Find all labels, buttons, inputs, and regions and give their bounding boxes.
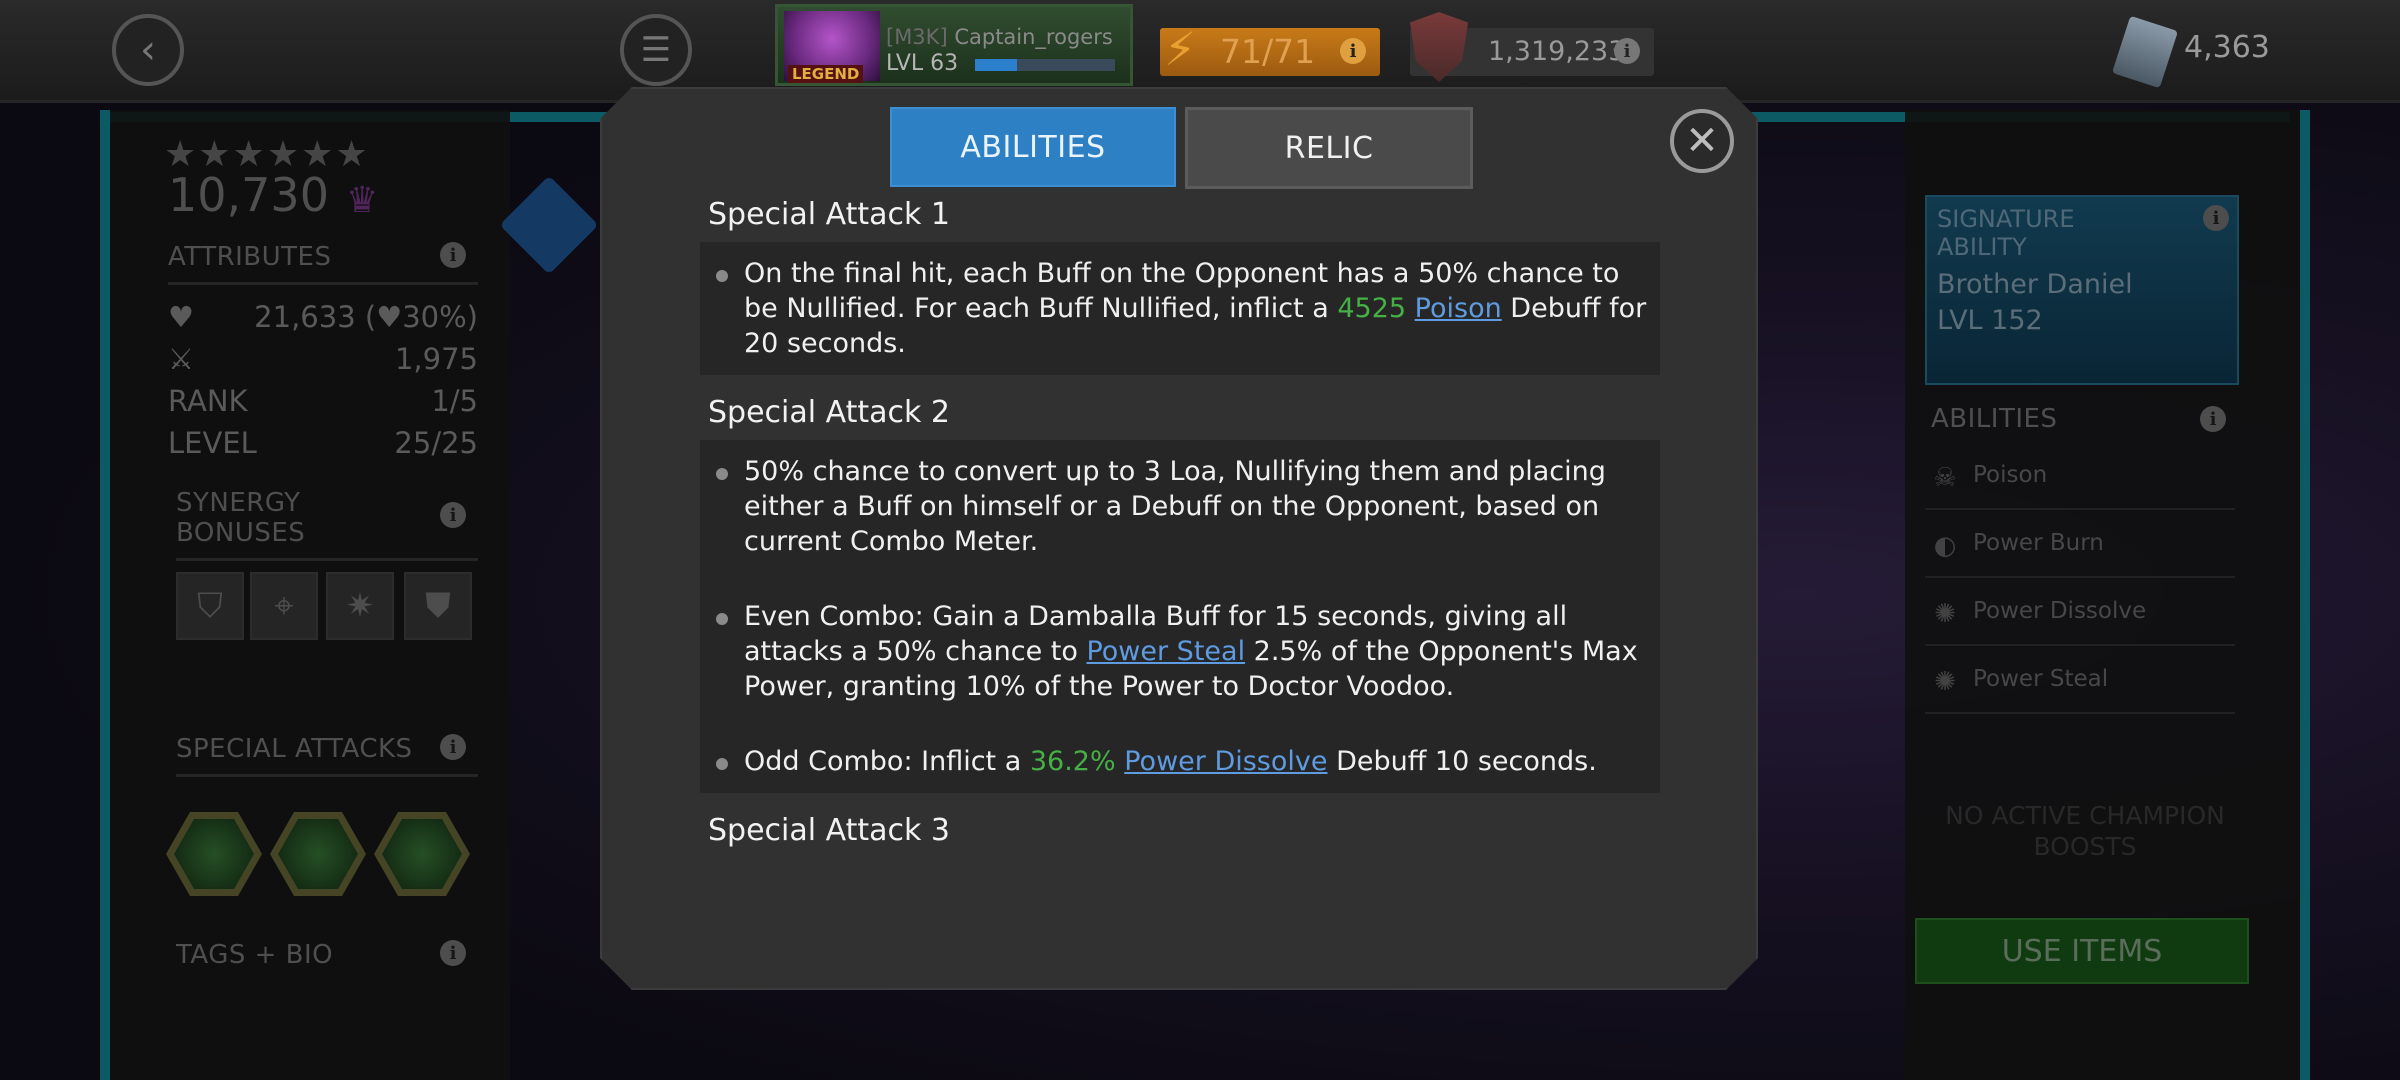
list-item: 50% chance to convert up to 3 Loa, Nulli… <box>700 454 1648 559</box>
energy-info-icon[interactable]: i <box>1340 38 1366 64</box>
abilities-modal: ABILITIES RELIC ✕ Special Attack 1 On th… <box>600 87 1758 990</box>
hamburger-menu-icon: ☰ <box>640 30 672 70</box>
close-button[interactable]: ✕ <box>1670 109 1734 173</box>
rating-info-icon[interactable]: i <box>1614 38 1640 64</box>
list-item: On the final hit, each Buff on the Oppon… <box>700 256 1648 361</box>
special-attack-1-title: Special Attack 1 <box>708 197 951 232</box>
special-attack-2-description: 50% chance to convert up to 3 Loa, Nulli… <box>700 440 1660 793</box>
bullet-icon <box>700 256 744 361</box>
energy-meter[interactable]: ⚡ 71/71 i <box>1160 22 1380 76</box>
back-arrow-icon: ‹ <box>140 27 156 73</box>
power-dissolve-link[interactable]: Power Dissolve <box>1124 746 1327 777</box>
poison-link[interactable]: Poison <box>1415 293 1502 324</box>
bullet-text: 50% chance to convert up to 3 Loa, Nulli… <box>744 456 1606 557</box>
tab-abilities[interactable]: ABILITIES <box>890 107 1176 187</box>
rating-value: 1,319,233 <box>1488 36 1626 67</box>
menu-button[interactable]: ☰ <box>620 14 692 86</box>
bullet-text: Odd Combo: Inflict a 36.2% Power Dissolv… <box>744 746 1597 777</box>
poison-damage-value: 4525 <box>1337 293 1407 324</box>
abilities-scroll-area[interactable]: Special Attack 1 On the final hit, each … <box>700 193 1660 963</box>
lightning-icon: ⚡ <box>1164 22 1197 76</box>
team-rating[interactable]: 1,319,233 i <box>1410 12 1654 82</box>
xp-progress-fill <box>975 59 1017 71</box>
bullet-icon <box>700 454 744 559</box>
player-name-line: [M3K] Captain_rogers <box>886 25 1113 49</box>
player-profile[interactable]: LEGEND [M3K] Captain_rogers LVL 63 <box>775 4 1133 86</box>
special-attack-2-title: Special Attack 2 <box>708 395 951 430</box>
bullet-text: Even Combo: Gain a Damballa Buff for 15 … <box>744 601 1638 702</box>
list-item: Odd Combo: Inflict a 36.2% Power Dissolv… <box>700 744 1648 779</box>
bullet-text: On the final hit, each Buff on the Oppon… <box>744 258 1647 359</box>
back-button[interactable]: ‹ <box>112 14 184 86</box>
player-name: Captain_rogers <box>954 25 1113 49</box>
player-avatar: LEGEND <box>784 11 880 83</box>
shield-icon <box>1410 12 1468 82</box>
special-attack-1-description: On the final hit, each Buff on the Oppon… <box>700 242 1660 375</box>
units-currency[interactable]: 4,363 <box>2111 15 2370 89</box>
legend-badge: LEGEND <box>788 65 864 83</box>
special-attack-3-title: Special Attack 3 <box>708 813 951 848</box>
units-value: 4,363 <box>2184 30 2270 65</box>
bullet-icon <box>700 599 744 704</box>
xp-progress-bar <box>975 59 1115 71</box>
scroll-fade <box>700 907 1660 967</box>
alliance-tag: [M3K] <box>886 25 948 49</box>
energy-value: 71/71 <box>1220 32 1316 71</box>
power-steal-link[interactable]: Power Steal <box>1086 636 1245 667</box>
bullet-icon <box>700 744 744 779</box>
units-icon <box>2111 15 2179 89</box>
close-icon: ✕ <box>1685 118 1719 164</box>
power-dissolve-value: 36.2% <box>1029 746 1116 777</box>
tab-relic[interactable]: RELIC <box>1185 107 1473 189</box>
list-item: Even Combo: Gain a Damballa Buff for 15 … <box>700 599 1648 704</box>
player-level: LVL 63 <box>886 51 959 76</box>
